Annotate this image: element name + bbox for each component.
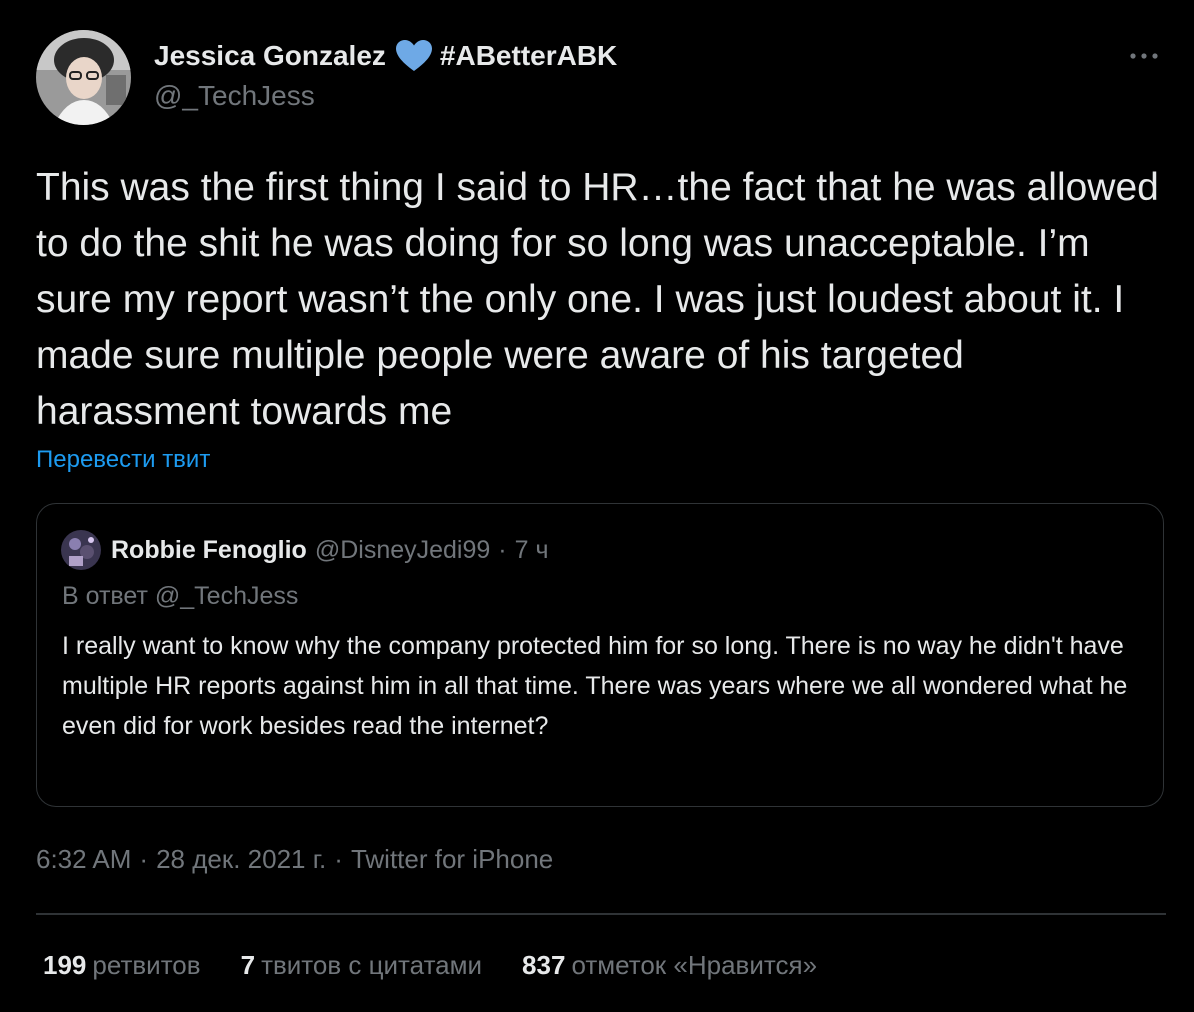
quote-tweets-label: твитов с цитатами — [261, 950, 483, 980]
meta-separator: · — [139, 844, 149, 874]
author-block: Jessica Gonzalez #ABetterABK @_TechJess — [154, 38, 617, 112]
author-name[interactable]: Jessica Gonzalez — [154, 40, 386, 72]
quoted-tweet[interactable]: Robbie Fenoglio @DisneyJedi99 · 7 ч В от… — [36, 503, 1164, 807]
quoted-author-handle: @DisneyJedi99 — [314, 535, 491, 564]
quote-tweets-count: 7 — [240, 950, 256, 980]
author-avatar[interactable] — [36, 30, 131, 125]
likes-count: 837 — [522, 950, 566, 980]
divider — [36, 913, 1166, 915]
author-handle[interactable]: @_TechJess — [154, 80, 617, 112]
author-hashtag[interactable]: #ABetterABK — [440, 40, 617, 72]
retweets-count: 199 — [43, 950, 87, 980]
meta-separator: · — [334, 844, 343, 874]
quoted-author-avatar[interactable] — [61, 530, 101, 570]
quoted-separator: · — [498, 535, 507, 564]
likes-label: отметок «Нравится» — [571, 950, 818, 980]
tweet-stats: 199 ретвитов 7 твитов с цитатами 837 отмето… — [43, 950, 857, 981]
quoted-author-name: Robbie Fenoglio — [111, 535, 307, 564]
quoted-reply-to: В ответ @_TechJess — [62, 582, 299, 610]
tweet-time[interactable]: 6:32 AM — [36, 844, 131, 874]
quoted-tweet-header: Robbie Fenoglio @DisneyJedi99 · 7 ч — [61, 530, 549, 570]
tweet-text: This was the first thing I said to HR…th… — [36, 166, 1159, 433]
quote-tweets-stat[interactable]: 7 твитов с цитатами — [241, 950, 482, 981]
quoted-time: 7 ч — [514, 535, 549, 564]
retweets-label: ретвитов — [92, 950, 201, 980]
tweet-date[interactable]: 28 дек. 2021 г. — [156, 844, 326, 874]
retweets-stat[interactable]: 199 ретвитов — [43, 950, 201, 981]
more-horizontal-icon[interactable] — [1128, 46, 1160, 66]
likes-stat[interactable]: 837 отметок «Нравится» — [522, 950, 817, 981]
tweet-source[interactable]: Twitter for iPhone — [351, 844, 553, 874]
tweet: Jessica Gonzalez #ABetterABK @_TechJess … — [0, 0, 1194, 1012]
blue-heart-icon — [395, 40, 432, 72]
tweet-meta: 6:32 AM · 28 дек. 2021 г. · Twitter for iPho… — [36, 844, 553, 875]
translate-tweet-link[interactable]: Перевести твит — [36, 446, 210, 474]
author-name-row: Jessica Gonzalez #ABetterABK — [154, 38, 617, 74]
quoted-tweet-text: I really want to know why the company pr… — [62, 632, 1128, 740]
